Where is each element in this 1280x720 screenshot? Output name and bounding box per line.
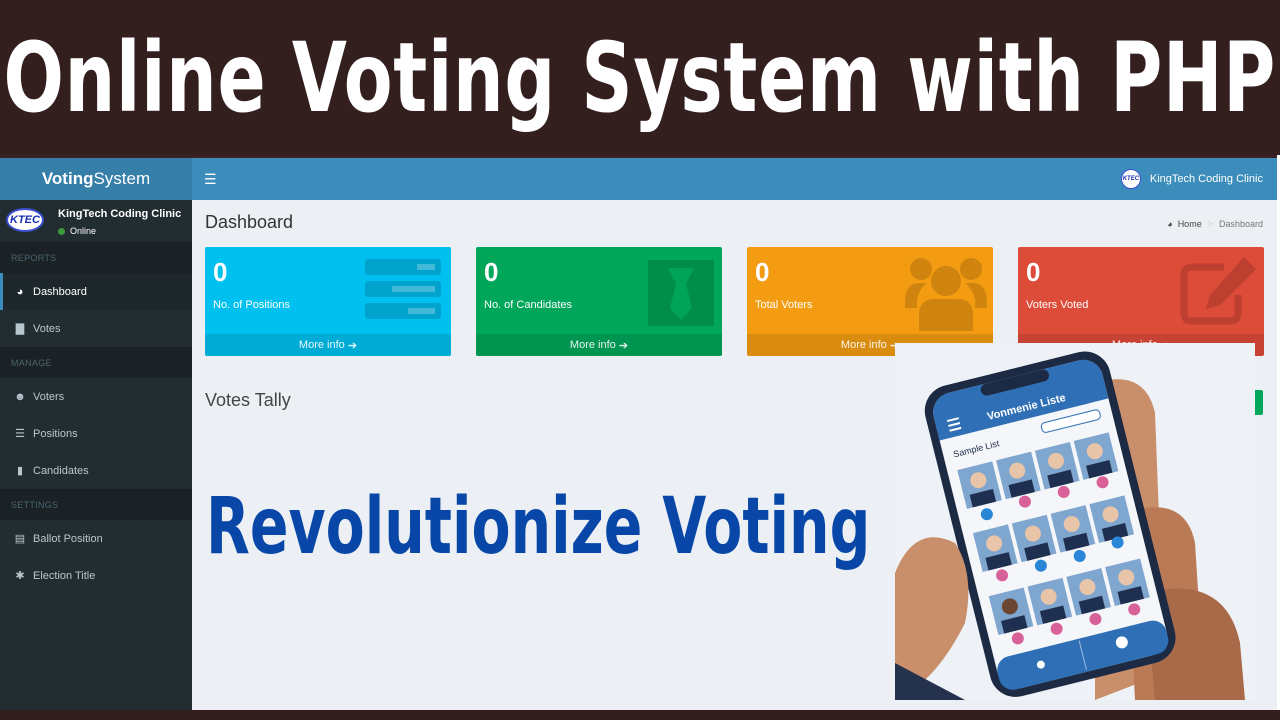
stat-boxes: 0 No. of Positions More info ➔ 0 No. of … [205,247,1264,356]
page-title: Dashboard [205,212,294,232]
avatar: KTEC [1120,169,1141,189]
stat-box-candidates: 0 No. of Candidates More info ➔ [476,247,722,356]
breadcrumb-current: Dashboard [1218,219,1263,229]
sidebar-item-label: Voters [33,390,65,403]
more-info-label: More info [569,339,616,351]
user-menu[interactable]: KTEC KingTech Coding Clinic [1120,169,1263,189]
user-panel: KTEC KingTech Coding Clinic Online [0,200,192,242]
lock-icon: ▇ [15,323,25,335]
logo-bold: Voting [41,169,94,188]
breadcrumb-separator: > [1207,219,1213,229]
bottom-bar [0,710,1280,720]
more-info-link[interactable]: More info ➔ [205,334,451,356]
avatar: KTEC [6,208,44,232]
sidebar-item-label: Candidates [33,464,89,477]
sidebar-header-reports: REPORTS [0,242,192,273]
breadcrumb: ◕ Home > Dashboard [1167,219,1263,229]
top-navbar: ☰ KTEC KingTech Coding Clinic [192,158,1277,200]
file-text-icon: ▤ [14,533,26,545]
stat-box-positions: 0 No. of Positions More info ➔ [205,247,451,356]
banner-title: Online Voting System with PHP [3,21,1277,134]
sidebar-item-election-title[interactable]: ✱ Election Title [0,557,192,594]
sidebar-item-label: Positions [33,427,78,440]
black-tie-icon: ▮ [16,465,24,477]
app-window: Voting System KTEC KingTech Coding Clinic… [0,158,1277,710]
more-info-link[interactable]: More info ➔ [476,334,722,356]
sidebar-header-settings: SETTINGS [0,489,192,520]
navbar-user-name: KingTech Coding Clinic [1149,173,1263,185]
tasks-icon [365,259,441,319]
sidebar-item-positions[interactable]: ☰ Positions [0,415,192,452]
sidebar-item-label: Dashboard [33,285,87,298]
user-name: KingTech Coding Clinic [58,208,182,220]
promo-headline: Revolutionize Voting [206,482,871,572]
dashboard-icon: ◕ [1167,219,1173,229]
sidebar-item-ballot-position[interactable]: ▤ Ballot Position [0,520,192,557]
sidebar: Voting System KTEC KingTech Coding Clinic… [0,158,192,710]
user-status: Online [58,226,181,236]
stat-box-total-voters: 0 Total Voters More info ➔ [747,247,993,356]
online-dot-icon [58,227,65,235]
edit-icon [1180,257,1256,325]
arrow-circle-right-icon: ➔ [347,339,358,352]
votes-tally-title: Votes Tally [205,390,291,410]
sidebar-header-manage: MANAGE [0,347,192,378]
sidebar-item-candidates[interactable]: ▮ Candidates [0,452,192,489]
banner: Online Voting System with PHP [0,0,1280,155]
hamburger-icon[interactable]: ☰ [204,171,217,188]
status-label: Online [70,226,97,236]
sidebar-item-label: Votes [33,322,61,335]
sidebar-item-votes[interactable]: ▇ Votes [0,310,192,347]
sidebar-item-label: Ballot Position [33,532,103,545]
dashboard-icon: ◕ [16,285,24,298]
stat-box-voters-voted: 0 Voters Voted More info ➔ [1018,247,1264,356]
breadcrumb-home[interactable]: Home [1178,219,1202,229]
phone-in-hand-illustration: Vonmenie Liste Sample List [895,343,1255,700]
cog-icon: ✱ [15,570,25,582]
users-icon [905,258,987,331]
sidebar-item-label: Election Title [33,569,96,582]
tasks-icon: ☰ [15,428,25,440]
logo-regular: System [93,169,151,188]
sidebar-item-dashboard[interactable]: ◕ Dashboard [0,273,192,310]
more-info-label: More info [840,339,887,351]
sidebar-item-voters[interactable]: ☻ Voters [0,378,192,415]
more-info-label: More info [298,339,345,351]
black-tie-icon [648,260,714,326]
arrow-circle-right-icon: ➔ [618,339,629,352]
users-icon: ☻ [14,390,26,403]
app-logo[interactable]: Voting System [0,158,192,200]
